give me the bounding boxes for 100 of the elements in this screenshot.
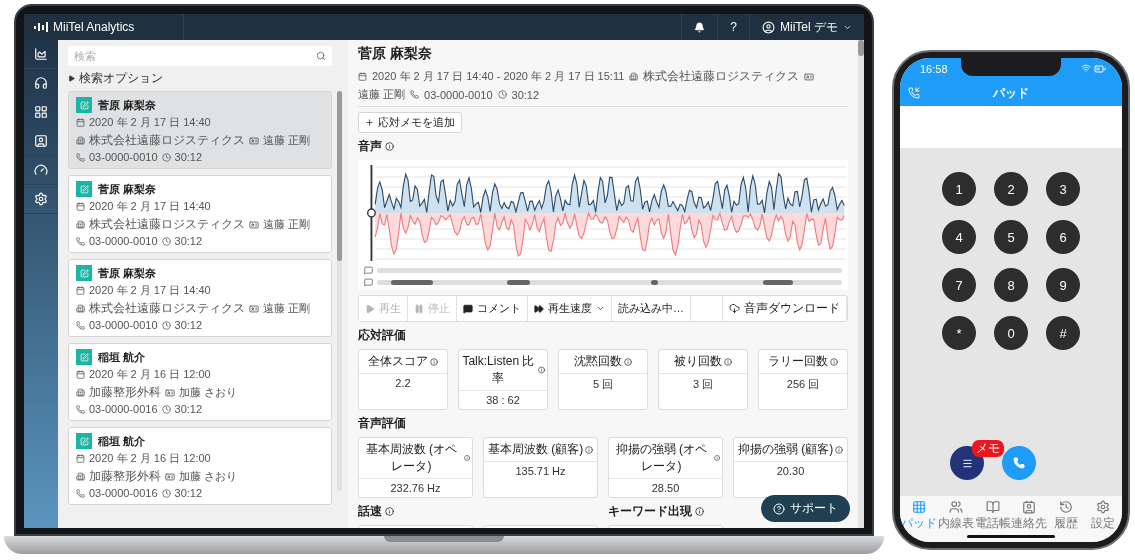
- calendar-icon: [76, 370, 85, 379]
- info-icon: [585, 445, 594, 454]
- tab-item[interactable]: 電話帳: [974, 500, 1011, 532]
- metric-label: 基本周波数 (顧客): [487, 441, 584, 458]
- info-icon: [463, 454, 470, 462]
- call-date: 2020 年 2 月 16 日 12:00: [89, 367, 211, 382]
- search-icon: [316, 51, 326, 61]
- dial-key[interactable]: 6: [1046, 220, 1080, 254]
- caller-name: 菅原 麻梨奈: [98, 97, 157, 113]
- call-duration: 30:12: [511, 88, 540, 101]
- call-period: 2020 年 2 月 17 日 14:40 - 2020 年 2 月 17 日 15:11: [372, 69, 625, 84]
- tab-item[interactable]: 履歴: [1047, 500, 1085, 532]
- call-date: 2020 年 2 月 17 日 14:40: [89, 115, 211, 130]
- metric-label: 沈黙回数: [574, 353, 622, 370]
- building-icon: [76, 136, 85, 145]
- info-icon: [624, 357, 632, 366]
- tab-item[interactable]: 設定: [1084, 500, 1122, 532]
- phone-number: 03-0000-0010: [89, 319, 158, 331]
- cloud-download-icon: [729, 303, 740, 314]
- speech-segment: [651, 280, 659, 285]
- call-card[interactable]: 菅原 麻梨奈 2020 年 2 月 17 日 14:40 株式会社遠藤ロジスティクス 遠藤 正剛 03-0000-0010 30:12: [68, 175, 332, 253]
- contact-name: 加藤 さおり: [179, 385, 238, 400]
- scrollbar-track[interactable]: [858, 40, 864, 528]
- pause-icon: [414, 303, 424, 314]
- speech-segment: [390, 280, 433, 285]
- scrollbar-track[interactable]: [337, 91, 342, 491]
- phone-number: 03-0000-0010: [89, 151, 158, 163]
- support-button[interactable]: サポート: [761, 495, 850, 522]
- keypad-icon: [912, 500, 927, 514]
- building-icon: [76, 304, 85, 313]
- dial-key[interactable]: 0: [994, 316, 1028, 350]
- call-duration: 30:12: [174, 151, 203, 163]
- info-icon: [385, 507, 394, 516]
- phone-incoming-icon: [908, 87, 920, 99]
- settings-icon: [1095, 500, 1110, 514]
- dial-key[interactable]: 5: [994, 220, 1028, 254]
- contact-name: 加藤 さおり: [179, 469, 238, 484]
- call-duration: 30:12: [174, 403, 203, 415]
- contact-icon: [34, 134, 48, 148]
- plus-icon: [365, 118, 374, 127]
- book-icon: [985, 500, 1000, 514]
- contact-card-icon: [1022, 500, 1037, 514]
- dial-key[interactable]: *: [942, 316, 976, 350]
- metric-value: 232.76 Hz: [389, 481, 442, 496]
- clock-icon: [161, 152, 171, 162]
- company-name: 株式会社遠藤ロジスティクス: [89, 300, 245, 317]
- gauge-icon: [34, 163, 48, 177]
- scrollbar-thumb[interactable]: [858, 40, 864, 56]
- add-memo-button[interactable]: 応対メモを追加: [358, 112, 462, 133]
- company-name: 株式会社遠藤ロジスティクス: [89, 216, 245, 233]
- tab-item[interactable]: 内線表: [937, 500, 975, 532]
- download-button[interactable]: 音声ダウンロード: [722, 296, 847, 321]
- metric-label: 抑揚の強弱 (顧客): [737, 441, 834, 458]
- phone-icon: [76, 488, 85, 498]
- search-options-link[interactable]: 検索オプション: [79, 70, 163, 87]
- play-icon: [365, 303, 375, 314]
- caller-name: 菅原 麻梨奈: [98, 265, 157, 281]
- info-icon: [713, 454, 720, 462]
- caller-name: 稲垣 航介: [98, 433, 146, 449]
- tab-item[interactable]: 連絡先: [1011, 500, 1048, 532]
- calendar-icon: [358, 72, 367, 81]
- phone-icon: [76, 320, 85, 330]
- caller-name: 菅原 麻梨奈: [98, 181, 157, 197]
- section-heading: 音声評価: [358, 415, 406, 432]
- call-button[interactable]: [1002, 446, 1036, 480]
- clock-icon: [161, 404, 171, 414]
- phone-icon: [76, 236, 85, 246]
- dial-key[interactable]: #: [1046, 316, 1080, 350]
- dial-key[interactable]: 9: [1046, 268, 1080, 302]
- call-card[interactable]: 稲垣 航介 2020 年 2 月 16 日 12:00 加藤整形外科 加藤 さおり 03-0000-0016 30:12: [68, 427, 332, 505]
- comment-icon: [364, 266, 373, 275]
- call-card[interactable]: 菅原 麻梨奈 2020 年 2 月 17 日 14:40 株式会社遠藤ロジスティクス 遠藤 正剛 03-0000-0010 30:12: [68, 91, 332, 169]
- caller-name: 稲垣 航介: [98, 349, 146, 365]
- metric-label: Talk:Listen 比率: [461, 353, 536, 387]
- grid-icon: [34, 105, 48, 119]
- dial-key[interactable]: 2: [994, 172, 1028, 206]
- info-icon: [430, 357, 438, 366]
- building-icon: [76, 388, 85, 397]
- phone-icon: [410, 90, 420, 99]
- id-card-icon: [249, 219, 259, 230]
- info-icon: [724, 357, 732, 366]
- bell-icon: [694, 21, 706, 33]
- dial-key[interactable]: 1: [942, 172, 976, 206]
- metric-label: 全体スコア: [368, 353, 428, 370]
- headphones-icon: [34, 76, 48, 90]
- speech-segment: [507, 280, 531, 285]
- metric-label: 基本周波数 (オペレータ): [364, 441, 459, 475]
- phone-icon: [76, 152, 85, 162]
- help-icon: [773, 502, 785, 515]
- info-icon: [385, 142, 394, 151]
- dial-key[interactable]: 7: [942, 268, 976, 302]
- call-card[interactable]: 菅原 麻梨奈 2020 年 2 月 17 日 14:40 株式会社遠藤ロジスティクス 遠藤 正剛 03-0000-0010 30:12: [68, 259, 332, 337]
- scrollbar-thumb[interactable]: [337, 91, 342, 261]
- building-icon: [629, 72, 639, 81]
- phone-number: 03-0000-0016: [89, 487, 158, 499]
- dial-key[interactable]: 8: [994, 268, 1028, 302]
- building-icon: [76, 220, 85, 229]
- dial-key[interactable]: 4: [942, 220, 976, 254]
- call-card[interactable]: 稲垣 航介 2020 年 2 月 16 日 12:00 加藤整形外科 加藤 さおり 03-0000-0016 30:12: [68, 343, 332, 421]
- dial-key[interactable]: 3: [1046, 172, 1080, 206]
